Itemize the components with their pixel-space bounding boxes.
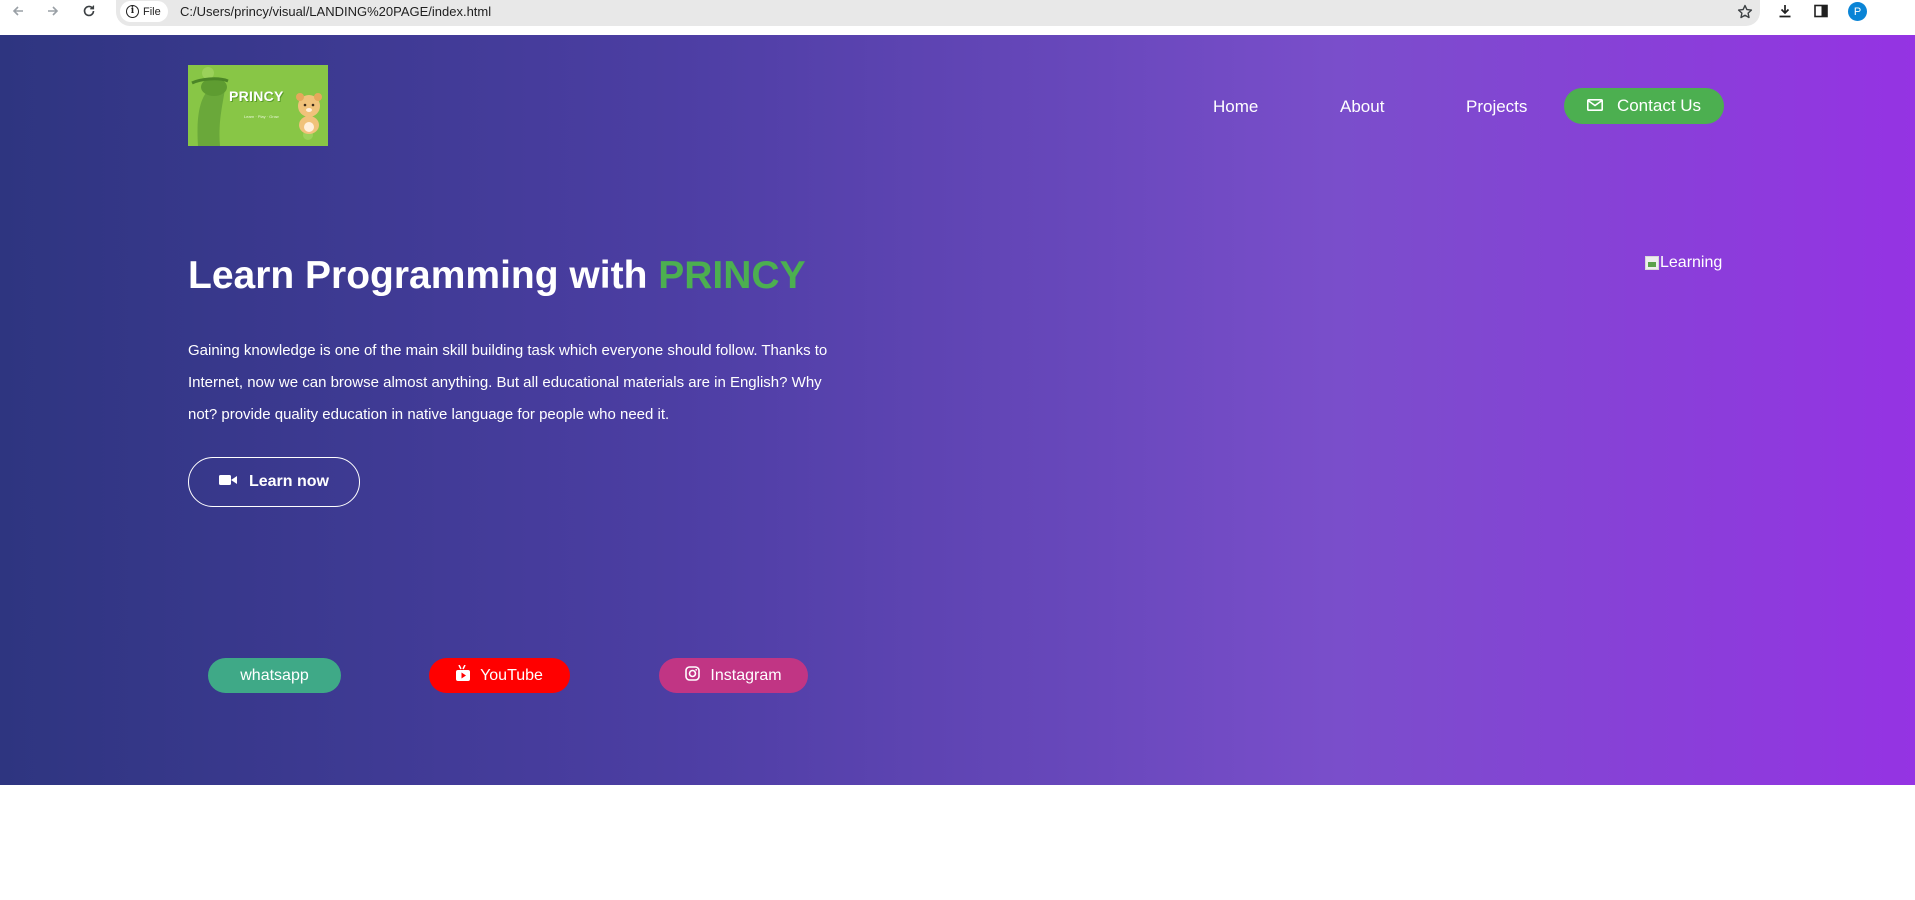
instagram-label: Instagram — [710, 666, 782, 684]
download-icon[interactable] — [1772, 0, 1798, 22]
instagram-button[interactable]: Instagram — [659, 658, 808, 693]
logo-text: PRINCY — [229, 88, 284, 104]
reload-icon[interactable] — [74, 0, 104, 22]
side-panel-icon[interactable] — [1808, 0, 1834, 22]
forward-arrow-icon[interactable] — [38, 0, 68, 22]
nav-projects[interactable]: Projects — [1466, 97, 1527, 117]
hero-description: Gaining knowledge is one of the main ski… — [188, 342, 828, 423]
avatar[interactable]: P — [1848, 2, 1867, 21]
learn-now-label: Learn now — [248, 473, 329, 490]
info-icon: i — [126, 5, 139, 18]
headline-accent: PRINCY — [658, 254, 806, 297]
youtube-icon — [456, 664, 471, 686]
instagram-icon — [685, 665, 701, 686]
site-info-chip[interactable]: i File — [120, 1, 168, 22]
headline-prefix: Learn Programming with — [188, 254, 659, 297]
page-title: Learn Programming with PRINCY — [188, 253, 806, 300]
url-text[interactable]: C:/Users/princy/visual/LANDING%20PAGE/in… — [180, 4, 491, 19]
contact-us-button[interactable]: Contact Us — [1564, 88, 1724, 124]
back-arrow-icon[interactable] — [3, 0, 33, 22]
youtube-label: YouTube — [480, 666, 543, 684]
video-camera-icon — [218, 473, 237, 491]
logo[interactable]: PRINCY Learn · Play · Grow — [188, 65, 328, 146]
hero-image: Learning — [1645, 254, 1722, 272]
whatsapp-label: whatsapp — [240, 666, 309, 684]
logo-artwork — [188, 65, 328, 146]
envelope-icon — [1586, 96, 1603, 116]
nav-home[interactable]: Home — [1213, 97, 1258, 117]
star-icon[interactable] — [1734, 1, 1756, 23]
site-chip-label: File — [143, 5, 161, 18]
hero-section: PRINCY Learn · Play · Grow Home About Pr… — [0, 35, 1915, 785]
browser-toolbar: i File C:/Users/princy/visual/LANDING%20… — [0, 0, 1915, 35]
contact-us-label: Contact Us — [1616, 96, 1702, 115]
hero-image-alt: Learning — [1660, 254, 1723, 271]
nav-about[interactable]: About — [1340, 97, 1384, 117]
learn-now-button[interactable]: Learn now — [188, 457, 360, 507]
address-bar[interactable]: i File C:/Users/princy/visual/LANDING%20… — [116, 0, 1760, 26]
whatsapp-button[interactable]: whatsapp — [208, 658, 341, 693]
broken-image-icon — [1645, 256, 1659, 270]
youtube-button[interactable]: YouTube — [429, 658, 570, 693]
logo-subtext: Learn · Play · Grow — [244, 114, 279, 119]
